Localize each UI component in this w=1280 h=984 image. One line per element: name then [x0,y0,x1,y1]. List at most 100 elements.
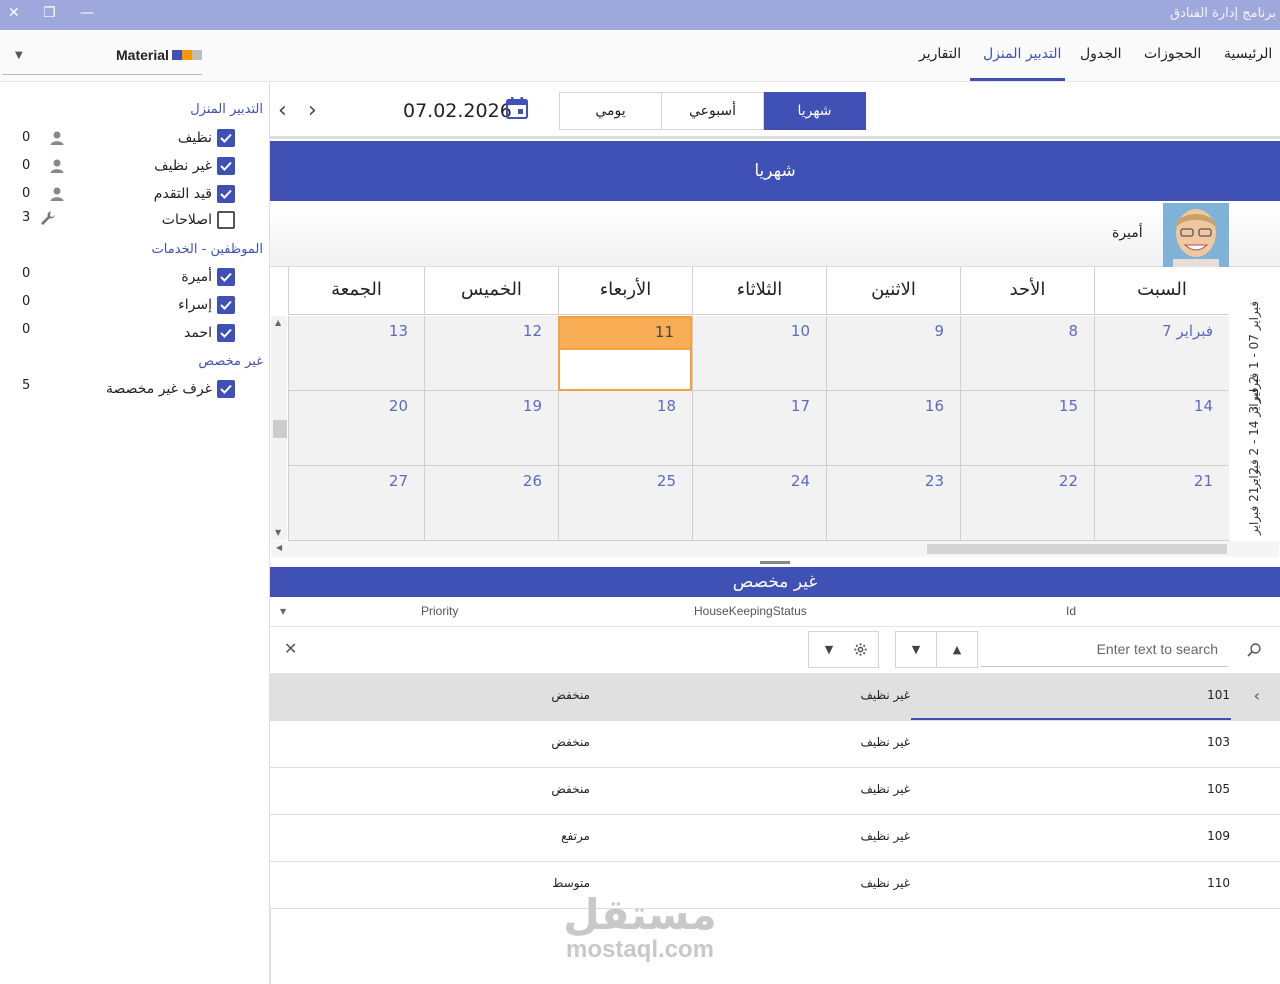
day-cell[interactable]: 10 [692,316,826,391]
checkbox-checked-icon[interactable] [217,380,235,398]
current-date[interactable]: 07.02.2026 [403,100,512,122]
checkbox-checked-icon[interactable] [217,129,235,147]
day-cell[interactable]: 15 [960,391,1094,466]
scheduler-vertical-scrollbar[interactable]: ▲ ▼ [271,316,287,540]
checkbox-checked-icon[interactable] [217,185,235,203]
checkbox-checked-icon[interactable] [217,157,235,175]
filter-label: اصلاحات [161,212,212,228]
day-number: 22 [1058,472,1078,490]
title-bar: ✕ ❐ — برنامج إدارة الفنادق [0,0,1280,30]
filter-label: غير نظيف [154,158,212,174]
prev-period-icon[interactable]: ‹ [278,98,287,123]
scheduler-horizontal-scrollbar[interactable]: ◀ [271,541,1279,557]
filter-clean[interactable]: 0 نظيف [0,127,270,151]
theme-dropdown-icon[interactable]: ▼ [15,50,23,61]
clear-search-icon[interactable]: ✕ [284,639,297,658]
filter-staff-israa[interactable]: 0 إسراء [0,294,270,318]
search-next-button[interactable]: ▼ [895,631,937,668]
filter-group-title: غير مخصص [198,354,263,369]
day-cell[interactable]: 8 [960,316,1094,391]
day-cell[interactable]: 20 [288,391,424,466]
focused-cell-indicator [911,718,1231,720]
table-row[interactable]: ‹ 101 غير نظيف منخفض [270,674,1280,721]
checkbox-unchecked-icon[interactable] [217,211,235,229]
day-cell[interactable]: 9 [826,316,960,391]
user-icon [50,187,64,201]
table-row[interactable]: 110 غير نظيف متوسط [270,862,1280,909]
restore-icon[interactable]: ❐ [43,5,56,21]
day-cell[interactable]: 26 [424,466,558,541]
minimize-icon[interactable]: — [80,5,94,21]
chevron-left-icon[interactable]: ‹ [1254,686,1260,705]
week-label: 2 - 21 فبراير [1230,466,1278,541]
filter-count: 0 [22,130,31,145]
view-daily-button[interactable]: يومي [559,92,662,130]
tab-reports[interactable]: التقارير [919,46,961,62]
filter-group-title: الموظفين - الخدمات [151,242,263,257]
search-input[interactable] [980,631,1228,667]
tab-schedule[interactable]: الجدول [1080,46,1121,62]
cell-status: غير نظيف [860,688,910,702]
table-row[interactable]: 103 غير نظيف منخفض [270,721,1280,768]
view-monthly-button[interactable]: شهريا [763,92,866,130]
day-cell[interactable]: 23 [826,466,960,541]
column-header-priority[interactable]: Priority [421,604,458,618]
search-icon [1247,643,1261,657]
filter-staff-amira[interactable]: 0 أميرة [0,266,270,290]
day-cell[interactable]: 18 [558,391,692,466]
checkbox-checked-icon[interactable] [217,268,235,286]
scroll-down-icon[interactable]: ▼ [275,528,281,537]
day-cell[interactable]: 22 [960,466,1094,541]
scroll-up-icon[interactable]: ▲ [275,318,281,327]
settings-button[interactable] [843,631,879,668]
scroll-thumb[interactable] [927,544,1227,554]
theme-swatch-icon[interactable] [172,50,202,60]
calendar-icon[interactable] [505,96,529,120]
theme-selector-label[interactable]: Material [116,47,169,63]
column-header-status[interactable]: HouseKeepingStatus [694,604,807,618]
scroll-left-icon[interactable]: ◀ [276,543,282,552]
user-icon [50,131,64,145]
filter-in-progress[interactable]: 0 قيد التقدم [0,183,270,207]
tab-reservations[interactable]: الحجوزات [1144,46,1201,62]
checkbox-checked-icon[interactable] [217,324,235,342]
day-cell[interactable]: 14 [1094,391,1229,466]
toolbar-divider [270,136,1280,139]
filter-repairs[interactable]: 3 اصلاحات [0,209,270,233]
day-cell[interactable]: 12 [424,316,558,391]
day-cell[interactable]: 16 [826,391,960,466]
day-cell[interactable]: 21 [1094,466,1229,541]
filter-unassigned-rooms[interactable]: 5 غرف غير مخصصة [0,378,270,402]
filter-staff-ahmed[interactable]: 0 احمد [0,322,270,346]
panel-splitter[interactable] [760,561,790,564]
day-cell[interactable]: 17 [692,391,826,466]
watermark: مستقل mostaql.com [560,892,720,962]
day-cell[interactable]: 24 [692,466,826,541]
cell-priority: منخفض [551,735,590,749]
watermark-arabic: مستقل [563,890,717,939]
day-cell[interactable]: 19 [424,391,558,466]
day-cell[interactable]: 25 [558,466,692,541]
filter-label: قيد التقدم [153,186,212,202]
checkbox-checked-icon[interactable] [217,296,235,314]
filter-dirty[interactable]: 0 غير نظيف [0,155,270,179]
column-chooser-icon[interactable]: ▼ [280,607,286,616]
column-header-id[interactable]: Id [1066,604,1076,618]
table-row[interactable]: 109 غير نظيف مرتفع [270,815,1280,862]
search-prev-button[interactable]: ▲ [936,631,978,668]
day-number: 23 [924,472,944,490]
day-cell[interactable]: فبراير 7 [1094,316,1229,391]
day-cell[interactable]: 27 [288,466,424,541]
day-cell[interactable]: 13 [288,316,424,391]
day-number: 17 [790,397,810,415]
next-period-icon[interactable]: › [308,98,317,123]
day-cell-today[interactable]: 11 [558,316,692,391]
table-row[interactable]: 105 غير نظيف منخفض [270,768,1280,815]
tab-home[interactable]: الرئيسية [1224,46,1272,62]
tab-housekeeping[interactable]: التدبير المنزل [983,46,1061,62]
view-weekly-button[interactable]: أسبوعي [661,92,764,130]
ribbon-tabs: ▼ Material الرئيسية الحجوزات الجدول التد… [0,30,1280,82]
scroll-thumb[interactable] [273,420,287,438]
close-icon[interactable]: ✕ [8,5,20,21]
day-header: الاثنين [826,267,960,315]
